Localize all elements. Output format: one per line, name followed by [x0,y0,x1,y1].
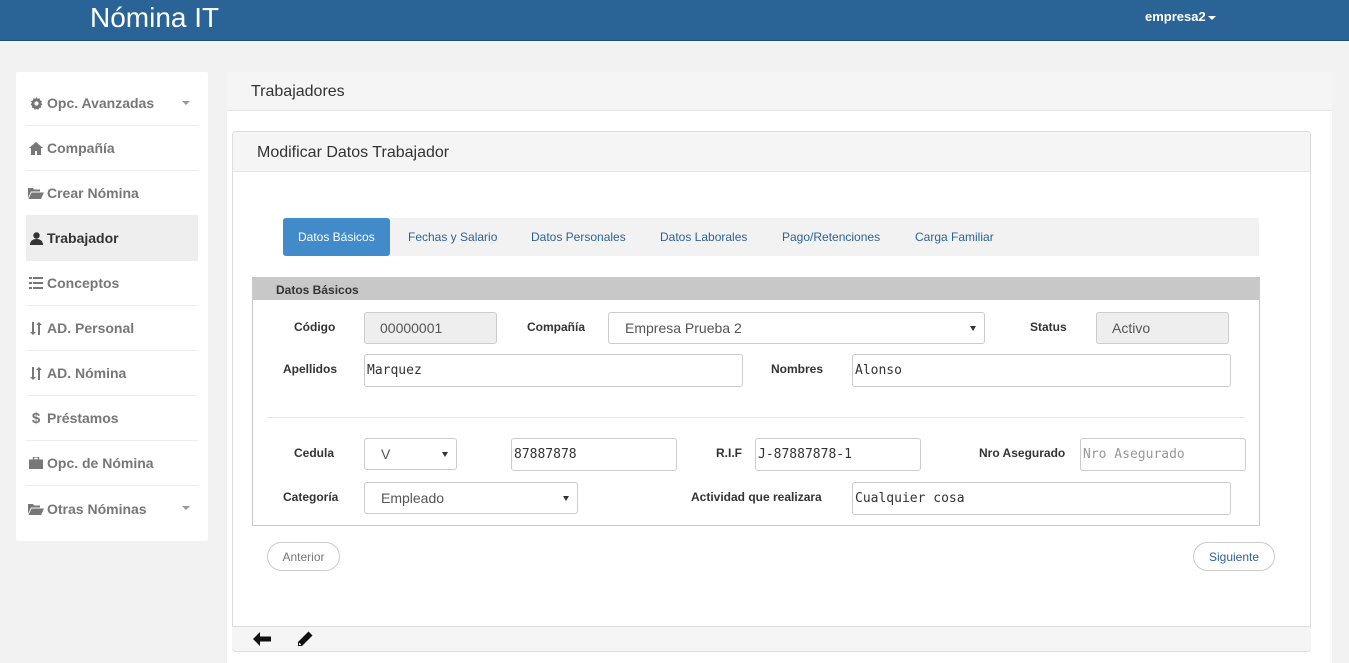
nro-asegurado-input[interactable] [1080,438,1246,471]
page-header: Trabajadores [227,72,1332,111]
chevron-down-icon [563,496,569,501]
sidebar-item-label: Otras Nóminas [47,500,147,517]
sidebar-item-label: Opc. Avanzadas [47,95,155,111]
sidebar-item-crear-nomina[interactable]: Crear Nómina [26,171,198,216]
siguiente-button[interactable]: Siguiente [1193,542,1275,571]
nombres-label: Nombres [771,362,824,376]
nro-asegurado-label: Nro Asegurado [979,446,1066,460]
sidebar-item-label: Opc. de Nómina [47,455,154,471]
chevron-down-icon [182,101,190,105]
section-divider [268,417,1244,418]
folder-open-icon [27,187,45,199]
cedula-input[interactable] [511,438,677,471]
sidebar-item-label: Préstamos [47,410,119,426]
anterior-button[interactable]: Anterior [267,542,340,571]
user-menu[interactable]: empresa2 [1145,9,1216,24]
compania-select[interactable]: Empresa Prueba 2 [608,312,985,344]
rif-label: R.I.F [716,446,742,460]
cedula-type-select[interactable]: V [364,438,457,470]
tab-datos-basicos[interactable]: Datos Básicos [283,218,390,256]
arrow-left-icon[interactable] [252,630,272,648]
form-tabs: Datos Básicos Fechas y Salario Datos Per… [283,218,1259,256]
user-menu-label: empresa2 [1145,9,1206,24]
sidebar-item-trabajador[interactable]: Trabajador [26,216,198,261]
actividad-input[interactable] [852,482,1231,515]
sidebar-item-ad-personal[interactable]: AD. Personal [26,306,198,351]
briefcase-icon [27,457,45,469]
categoria-select-value: Empleado [381,490,445,506]
folder-open-icon [27,503,45,515]
status-label: Status [1030,320,1067,334]
compania-select-value: Empresa Prueba 2 [625,320,742,336]
chevron-down-icon [442,452,448,457]
sidebar-item-label: Conceptos [47,275,120,291]
apellidos-input[interactable] [364,354,743,387]
pencil-icon[interactable] [295,630,315,648]
panel-footer-toolbar [232,626,1311,651]
categoria-label: Categoría [283,490,339,504]
tab-fechas-salario[interactable]: Fechas y Salario [393,218,512,256]
nombres-input[interactable] [852,354,1231,387]
sort-icon [27,321,45,335]
categoria-select[interactable]: Empleado [364,482,578,514]
page-title: Trabajadores [251,83,345,100]
sidebar-item-opc-avanzadas[interactable]: Opc. Avanzadas [26,81,198,126]
dollar-icon: $ [31,409,41,427]
app-brand[interactable]: Nómina IT [90,2,219,34]
cedula-label: Cedula [294,446,335,460]
panel-header: Modificar Datos Trabajador [233,132,1310,172]
rif-input[interactable] [755,438,921,471]
tab-pago-retenciones[interactable]: Pago/Retenciones [767,218,895,256]
sidebar-item-compania[interactable]: Compañía [26,126,198,171]
codigo-label: Código [294,320,336,334]
sort-icon [27,366,45,380]
sidebar-item-opc-de-nomina[interactable]: Opc. de Nómina [26,441,198,486]
actividad-label: Actividad que realizara [691,490,822,504]
panel-title: Modificar Datos Trabajador [257,144,450,161]
sidebar-item-conceptos[interactable]: Conceptos [26,261,198,306]
list-icon [27,277,45,289]
top-navbar: Nómina IT empresa2 [0,0,1349,41]
sidebar: Opc. Avanzadas Compañía Crear Nómina Tra… [16,72,208,541]
sidebar-item-label: AD. Nómina [47,365,127,381]
sidebar-item-otras-nominas[interactable]: Otras Nóminas [26,486,198,531]
cedula-type-value: V [381,446,391,462]
fieldset-legend-text: Datos Básicos [276,283,359,297]
sidebar-item-ad-nomina[interactable]: AD. Nómina [26,351,198,396]
sidebar-item-prestamos[interactable]: $ Préstamos [26,396,198,441]
compania-label: Compañía [527,320,586,334]
chevron-down-icon [970,326,976,331]
sidebar-item-label: Trabajador [47,230,119,246]
caret-down-icon [1207,15,1216,20]
status-input[interactable] [1096,312,1229,344]
sidebar-item-label: Compañía [47,140,115,156]
gear-icon [27,96,45,110]
tab-datos-laborales[interactable]: Datos Laborales [645,218,762,256]
sidebar-item-label: Crear Nómina [47,185,139,201]
chevron-down-icon [182,506,190,510]
tab-datos-personales[interactable]: Datos Personales [516,218,641,256]
tab-carga-familiar[interactable]: Carga Familiar [900,218,1009,256]
codigo-input[interactable] [364,312,497,344]
user-icon [27,231,45,245]
apellidos-label: Apellidos [283,362,338,376]
home-icon [27,141,45,155]
fieldset-legend: Datos Básicos [252,277,1260,300]
sidebar-item-label: AD. Personal [47,320,135,336]
